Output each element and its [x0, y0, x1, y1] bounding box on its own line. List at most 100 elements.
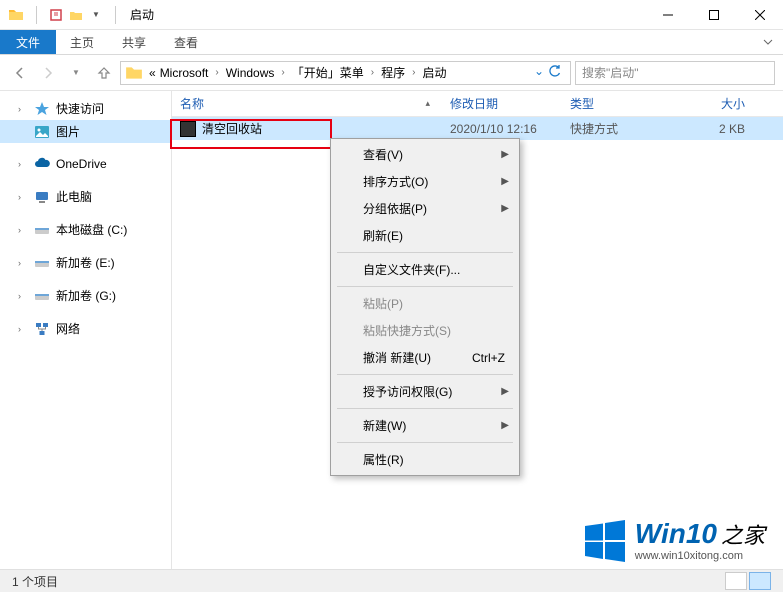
menu-item-label: 分组依据(P) [363, 200, 427, 217]
sidebar-item[interactable]: ›快速访问 [0, 97, 171, 120]
qat-properties-icon[interactable] [49, 8, 63, 22]
sidebar-item[interactable]: › 网络 [0, 317, 171, 340]
back-button[interactable] [8, 61, 32, 85]
titlebar: ▼ 启动 [0, 0, 783, 30]
sidebar-item[interactable]: ›此电脑 [0, 185, 171, 208]
file-tab[interactable]: 文件 [0, 30, 56, 54]
breadcrumb-dropdown-icon[interactable]: ⌄ [534, 64, 544, 81]
context-menu-item[interactable]: 自定义文件夹(F)... [333, 256, 517, 283]
up-button[interactable] [92, 61, 116, 85]
menu-item-label: 新建(W) [363, 417, 406, 434]
menu-item-label: 排序方式(O) [363, 173, 428, 190]
column-name[interactable]: 名称▴ [180, 95, 450, 112]
tab-home[interactable]: 主页 [56, 30, 108, 54]
star-icon [34, 101, 50, 117]
chevron-right-icon[interactable]: › [366, 67, 379, 78]
close-button[interactable] [737, 0, 783, 30]
qat-dropdown-icon[interactable]: ▼ [89, 8, 103, 22]
tab-view[interactable]: 查看 [160, 30, 212, 54]
view-details-button[interactable] [725, 572, 747, 590]
chevron-right-icon[interactable]: › [18, 291, 28, 301]
chevron-right-icon[interactable]: › [18, 192, 28, 202]
maximize-button[interactable] [691, 0, 737, 30]
shortcut-icon [180, 121, 196, 137]
recent-dropdown[interactable]: ▼ [64, 61, 88, 85]
ribbon: 文件 主页 共享 查看 [0, 30, 783, 55]
sidebar-item-label: 新加卷 (E:) [56, 254, 115, 271]
tab-share[interactable]: 共享 [108, 30, 160, 54]
watermark: Win10 之家 www.win10xitong.com [583, 518, 765, 562]
sidebar-item[interactable]: 图片 [0, 120, 171, 143]
sidebar-item[interactable]: ›OneDrive [0, 153, 171, 175]
menu-item-label: 粘贴(P) [363, 295, 403, 312]
context-menu: 查看(V)▶排序方式(O)▶分组依据(P)▶刷新(E)自定义文件夹(F)...粘… [330, 138, 520, 476]
sidebar-item[interactable]: ›本地磁盘 (C:) [0, 218, 171, 241]
context-menu-item[interactable]: 刷新(E) [333, 222, 517, 249]
drive-icon [34, 255, 50, 271]
file-row[interactable]: 清空回收站 2020/1/10 12:16 快捷方式 2 KB [172, 117, 783, 140]
minimize-button[interactable] [645, 0, 691, 30]
context-menu-item[interactable]: 分组依据(P) ▶ [333, 195, 517, 222]
ribbon-expand-icon[interactable] [753, 30, 783, 54]
menu-item-label: 粘贴快捷方式(S) [363, 322, 451, 339]
context-menu-item: 粘贴(P) [333, 290, 517, 317]
column-date[interactable]: 修改日期 [450, 95, 570, 112]
forward-button[interactable] [36, 61, 60, 85]
chevron-right-icon[interactable]: › [210, 67, 223, 78]
cloud-icon [34, 156, 50, 172]
chevron-right-icon[interactable]: › [18, 104, 28, 114]
folder-icon [8, 7, 24, 23]
breadcrumb-seg[interactable]: 启动 [420, 64, 448, 81]
breadcrumb-seg[interactable]: 「开始」菜单 [290, 64, 366, 81]
statusbar: 1 个项目 [0, 569, 783, 592]
context-menu-item[interactable]: 排序方式(O)▶ [333, 168, 517, 195]
watermark-site: www.win10xitong.com [635, 550, 765, 562]
column-size[interactable]: 大小 [690, 95, 775, 112]
submenu-arrow-icon: ▶ [501, 149, 509, 160]
search-placeholder: 搜索"启动" [582, 64, 639, 81]
search-input[interactable]: 搜索"启动" [575, 61, 775, 85]
chevron-right-icon[interactable]: › [18, 324, 28, 334]
menu-item-label: 撤消 新建(U) [363, 349, 431, 366]
sidebar-item[interactable]: › 新加卷 (E:) [0, 251, 171, 274]
context-menu-item[interactable]: 新建(W) ▶ [333, 412, 517, 439]
chevron-right-icon[interactable]: › [18, 225, 28, 235]
view-icons-button[interactable] [749, 572, 771, 590]
breadcrumb-seg[interactable]: Windows [224, 66, 277, 80]
sidebar-item-label: 图片 [56, 123, 80, 140]
breadcrumb-seg[interactable]: Microsoft [158, 66, 211, 80]
sidebar-item[interactable]: ›新加卷 (G:) [0, 284, 171, 307]
chevron-right-icon[interactable]: › [407, 67, 420, 78]
chevron-right-icon[interactable]: › [18, 159, 28, 169]
windows-logo-icon [583, 518, 627, 562]
folder-icon [125, 64, 143, 82]
menu-item-label: 授予访问权限(G) [363, 383, 452, 400]
column-headers: 名称▴ 修改日期 类型 大小 [172, 91, 783, 117]
column-type[interactable]: 类型 [570, 95, 690, 112]
menu-shortcut: Ctrl+Z [472, 351, 505, 365]
breadcrumb-prefix[interactable]: « [147, 66, 158, 80]
breadcrumb[interactable]: « Microsoft › Windows › 「开始」菜单 › 程序 › 启动… [120, 61, 571, 85]
sort-indicator-icon: ▴ [425, 98, 430, 109]
context-menu-item[interactable]: 授予访问权限(G) ▶ [333, 378, 517, 405]
refresh-icon[interactable] [548, 64, 562, 81]
window-title: 启动 [130, 6, 154, 23]
submenu-arrow-icon: ▶ [501, 203, 509, 214]
watermark-suffix: 之家 [721, 518, 765, 550]
sidebar-item-label: 网络 [56, 320, 80, 337]
menu-item-label: 刷新(E) [363, 227, 403, 244]
breadcrumb-seg[interactable]: 程序 [379, 64, 407, 81]
context-menu-item[interactable]: 属性(R) [333, 446, 517, 473]
chevron-right-icon[interactable]: › [276, 67, 289, 78]
chevron-right-icon[interactable]: › [18, 258, 28, 268]
context-menu-item[interactable]: 撤消 新建(U) Ctrl+Z [333, 344, 517, 371]
menu-item-label: 属性(R) [363, 451, 404, 468]
submenu-arrow-icon: ▶ [501, 420, 509, 431]
qat-newfolder-icon[interactable] [69, 8, 83, 22]
file-type: 快捷方式 [570, 120, 690, 137]
drive-icon [34, 288, 50, 304]
picture-icon [34, 124, 50, 140]
pc-icon [34, 189, 50, 205]
context-menu-item[interactable]: 查看(V)▶ [333, 141, 517, 168]
submenu-arrow-icon: ▶ [501, 386, 509, 397]
